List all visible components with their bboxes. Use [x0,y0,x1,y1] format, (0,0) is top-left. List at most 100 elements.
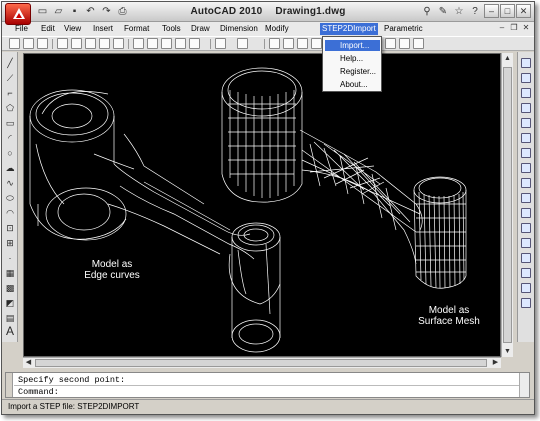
doc-restore-icon[interactable]: ❐ [509,23,519,33]
open-file-icon[interactable] [23,38,34,49]
vertical-scroll-thumb[interactable] [503,67,512,343]
insert-block-icon[interactable]: ⊡ [5,223,15,233]
zoom-window-icon[interactable] [297,38,308,49]
fillet-icon[interactable] [521,283,531,293]
move-icon[interactable] [521,133,531,143]
doc-close-icon[interactable]: ✕ [521,23,531,33]
pan-realtime-icon[interactable] [269,38,280,49]
redo-icon[interactable] [237,38,248,49]
horizontal-scroll-thumb[interactable] [35,359,487,367]
ellipse-arc-icon[interactable]: ◠ [5,208,15,218]
menu-item-help[interactable]: Help... [325,53,380,64]
table-icon[interactable]: ▤ [5,313,15,323]
publish-icon[interactable] [85,38,96,49]
menu-item-about[interactable]: About... [325,79,380,90]
menu-draw[interactable]: Draw [189,23,212,35]
application-menu-button[interactable] [5,3,31,25]
qnew-icon[interactable] [9,38,20,49]
command-window[interactable]: Specify second point: Command: [5,372,530,398]
command-scrollbar[interactable] [519,373,529,397]
stretch-icon[interactable] [521,178,531,188]
break-at-point-icon[interactable] [521,223,531,233]
ellipse-icon[interactable]: ⬭ [5,193,15,203]
point-icon[interactable]: · [5,253,15,263]
match-properties-icon[interactable] [161,38,172,49]
menu-edit[interactable]: Edit [39,23,57,35]
make-block-icon[interactable]: ⊞ [5,238,15,248]
doc-minimize-icon[interactable]: – [497,23,507,33]
menu-item-register[interactable]: Register... [325,66,380,77]
gradient-icon[interactable]: ▩ [5,283,15,293]
revision-cloud-icon[interactable]: ☁ [5,163,15,173]
toolbar-separator [264,39,265,49]
drawing-canvas[interactable]: Model as Edge curves Model as Surface Me… [23,53,501,357]
menu-view[interactable]: View [62,23,83,35]
communication-icon[interactable]: ✎ [436,4,450,19]
scale-icon[interactable] [521,163,531,173]
extend-icon[interactable] [521,208,531,218]
arc-icon[interactable]: ◜ [5,133,15,143]
erase-icon[interactable] [521,58,531,68]
copy-icon[interactable] [133,38,144,49]
maximize-icon[interactable]: □ [500,4,515,18]
scroll-up-icon[interactable]: ▲ [502,53,513,64]
menu-format[interactable]: Format [122,23,151,35]
menu-parametric[interactable]: Parametric [382,23,425,35]
polyline-icon[interactable]: ⌐ [5,88,15,98]
scroll-left-icon[interactable]: ◀ [23,358,34,368]
block-editor-icon[interactable] [175,38,186,49]
window-controls: – □ ✕ [484,4,531,18]
construction-line-icon[interactable]: ⟋ [5,73,15,83]
zoom-previous-icon[interactable] [311,38,322,49]
command-window-grip[interactable] [6,373,13,397]
help-icon[interactable]: ? [468,4,482,19]
rotate-icon[interactable] [521,148,531,158]
favorites-star-icon[interactable]: ☆ [452,4,466,19]
cut-icon[interactable] [113,38,124,49]
copy-object-icon[interactable] [521,73,531,83]
close-icon[interactable]: ✕ [516,4,531,18]
circle-icon[interactable]: ○ [5,148,15,158]
right-model-label: Model as Surface Mesh [409,305,489,327]
3d-dwf-icon[interactable] [99,38,110,49]
design-center-icon[interactable] [399,38,410,49]
scroll-down-icon[interactable]: ▼ [502,346,513,357]
menu-step2dimport[interactable]: STEP2DImport [320,23,378,35]
mirror-icon[interactable] [521,88,531,98]
paste-icon[interactable] [147,38,158,49]
plot-icon[interactable] [57,38,68,49]
binoculars-icon[interactable]: ⚲ [420,4,434,19]
save-file-icon[interactable] [37,38,48,49]
menu-dimension[interactable]: Dimension [218,23,260,35]
trim-icon[interactable] [521,193,531,203]
break-icon[interactable] [521,238,531,248]
help-icon[interactable] [413,38,424,49]
undo-icon[interactable] [215,38,226,49]
menu-item-import[interactable]: Import... [325,40,380,51]
line-icon[interactable]: ╱ [5,58,15,68]
polygon-icon[interactable]: ⬠ [5,103,15,113]
menu-modify[interactable]: Modify [263,23,291,35]
chamfer-icon[interactable] [521,268,531,278]
join-icon[interactable] [521,253,531,263]
hatch-icon[interactable]: ▦ [5,268,15,278]
menu-tools[interactable]: Tools [160,23,183,35]
spline-icon[interactable]: ∿ [5,178,15,188]
menu-insert[interactable]: Insert [91,23,115,35]
pan-icon[interactable] [189,38,200,49]
menu-bar: File Edit View Insert Format Tools Draw … [2,22,534,36]
horizontal-scrollbar[interactable]: ◀ ▶ [23,357,501,368]
scroll-right-icon[interactable]: ▶ [490,358,501,368]
command-prompt[interactable]: Command: [18,387,59,397]
rectangle-icon[interactable]: ▭ [5,118,15,128]
zoom-realtime-icon[interactable] [283,38,294,49]
plot-preview-icon[interactable] [71,38,82,49]
multiline-text-icon[interactable]: A [5,325,15,337]
offset-icon[interactable] [521,103,531,113]
properties-icon[interactable] [385,38,396,49]
array-icon[interactable] [521,118,531,128]
explode-icon[interactable] [521,298,531,308]
region-icon[interactable]: ◩ [5,298,15,308]
minimize-icon[interactable]: – [484,4,499,18]
vertical-scrollbar[interactable]: ▲ ▼ [501,53,513,357]
